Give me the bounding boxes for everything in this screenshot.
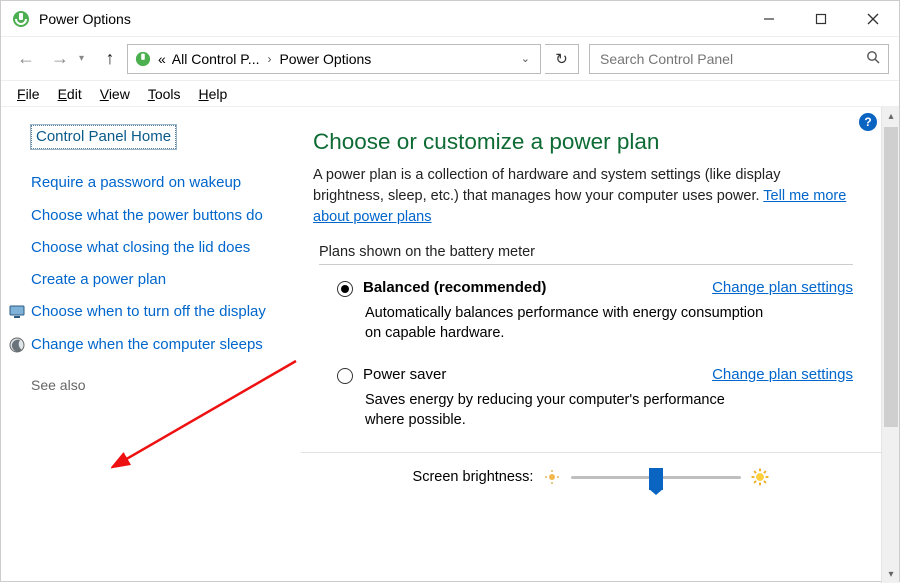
search-icon[interactable]: [866, 50, 880, 68]
main-panel: ? Choose or customize a power plan A pow…: [301, 107, 881, 583]
plans-section-label: Plans shown on the battery meter: [319, 244, 853, 260]
search-input[interactable]: [598, 50, 880, 68]
menu-help[interactable]: Help: [191, 84, 236, 104]
menubar: File Edit View Tools Help: [1, 81, 899, 107]
plan-name[interactable]: Balanced (recommended): [363, 279, 546, 296]
sidebar-link-closing-lid[interactable]: Choose what closing the lid does: [31, 238, 287, 258]
scroll-up-icon[interactable]: ▴: [882, 107, 900, 125]
moon-icon: [9, 337, 25, 353]
slider-thumb[interactable]: [649, 468, 663, 490]
brightness-bar: Screen brightness:: [301, 452, 881, 500]
desc-text: A power plan is a collection of hardware…: [313, 167, 780, 204]
address-dropdown-icon[interactable]: ⌄: [517, 52, 534, 65]
change-settings-link-saver[interactable]: Change plan settings: [712, 366, 853, 383]
sidebar-link-computer-sleeps[interactable]: Change when the computer sleeps: [31, 335, 287, 355]
sun-bright-icon: [751, 468, 769, 486]
sidebar-link-label: Choose when to turn off the display: [31, 303, 266, 320]
window-controls: [743, 1, 899, 37]
scroll-thumb[interactable]: [884, 127, 898, 427]
navbar: ← → ▾ ↑ « All Control P... › Power Optio…: [1, 37, 899, 81]
breadcrumb-item-1[interactable]: Power Options: [279, 51, 371, 67]
sidebar-link-power-buttons[interactable]: Choose what the power buttons do: [31, 206, 287, 226]
refresh-button[interactable]: ↻: [545, 44, 579, 74]
radio-power-saver[interactable]: [337, 368, 353, 384]
nav-back-button[interactable]: ←: [11, 44, 41, 74]
radio-balanced[interactable]: [337, 281, 353, 297]
page-description: A power plan is a collection of hardware…: [313, 165, 853, 228]
menu-tools[interactable]: Tools: [140, 84, 189, 104]
content-area: Control Panel Home Require a password on…: [1, 107, 899, 583]
plan-description: Automatically balances performance with …: [365, 303, 765, 344]
nav-forward-button[interactable]: →: [45, 44, 75, 74]
power-plan-balanced: Balanced (recommended) Change plan setti…: [337, 279, 853, 344]
sidebar: Control Panel Home Require a password on…: [1, 107, 301, 583]
address-icon: [134, 50, 152, 68]
maximize-button[interactable]: [795, 1, 847, 37]
sidebar-home-link[interactable]: Control Panel Home: [31, 125, 176, 149]
nav-history-dropdown[interactable]: ▾: [79, 53, 93, 64]
scroll-down-icon[interactable]: ▾: [882, 565, 900, 583]
sun-dim-icon: [543, 468, 561, 486]
menu-file[interactable]: File: [9, 84, 48, 104]
menu-view[interactable]: View: [92, 84, 138, 104]
change-settings-link-balanced[interactable]: Change plan settings: [712, 279, 853, 296]
plan-description: Saves energy by reducing your computer's…: [365, 390, 765, 431]
sidebar-link-require-password[interactable]: Require a password on wakeup: [31, 173, 287, 193]
monitor-icon: [9, 304, 25, 320]
minimize-button[interactable]: [743, 1, 795, 37]
breadcrumb-sep-icon: ›: [267, 52, 271, 66]
app-icon: [11, 9, 31, 29]
menu-edit[interactable]: Edit: [50, 84, 90, 104]
breadcrumb-item-0[interactable]: All Control P...: [172, 51, 260, 67]
titlebar: Power Options: [1, 1, 899, 37]
window-title: Power Options: [39, 11, 131, 27]
brightness-label: Screen brightness:: [413, 469, 534, 485]
nav-up-button[interactable]: ↑: [97, 46, 123, 72]
power-plan-saver: Power saver Change plan settings Saves e…: [337, 366, 853, 431]
breadcrumb-root-glyph[interactable]: «: [158, 51, 166, 67]
see-also-heading: See also: [31, 377, 287, 393]
help-icon[interactable]: ?: [859, 113, 877, 131]
address-bar[interactable]: « All Control P... › Power Options ⌄: [127, 44, 541, 74]
plan-name[interactable]: Power saver: [363, 366, 446, 383]
scrollbar[interactable]: ▴ ▾: [881, 107, 899, 583]
sidebar-link-label: Change when the computer sleeps: [31, 336, 263, 353]
divider: [319, 264, 853, 265]
page-title: Choose or customize a power plan: [313, 129, 853, 155]
sidebar-link-create-plan[interactable]: Create a power plan: [31, 270, 287, 290]
search-box[interactable]: [589, 44, 889, 74]
close-button[interactable]: [847, 1, 899, 37]
sidebar-link-turn-off-display[interactable]: Choose when to turn off the display: [31, 302, 287, 322]
brightness-slider[interactable]: [571, 467, 741, 487]
